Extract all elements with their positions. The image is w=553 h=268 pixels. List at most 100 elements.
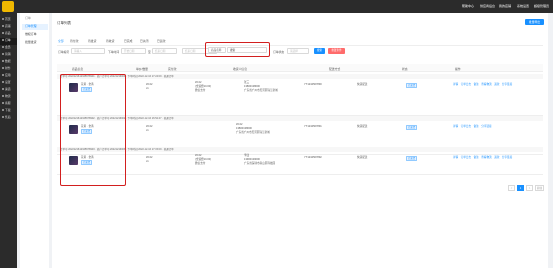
sidebar-item-shop[interactable]: 店铺 [0,24,17,31]
action-logistics[interactable]: 查看物流 [481,83,491,86]
pagination-next[interactable]: > [526,185,533,191]
app-logo[interactable] [2,1,14,12]
action-log[interactable]: 订单日志 [461,156,471,159]
sidebar-item-channels[interactable]: 渠道 [0,87,17,94]
row-actions: 详情 订单日志 备注 查看物流 退款 分享链接 [453,156,515,160]
pagination-jump[interactable]: 前往 [535,185,544,191]
date-separator: 至 [148,50,151,54]
col-paid: 实付款 [168,66,177,71]
col-product: 商品信息 [72,66,84,71]
channels-icon [2,88,4,90]
tab-pending-receipt[interactable]: 待收货 [106,39,114,43]
sidebar-item-orders[interactable]: 订单 [0,38,17,45]
action-detail[interactable]: 详情 [453,125,458,128]
action-detail[interactable]: 详情 [453,83,458,86]
reset-button[interactable]: 重置条件 [328,48,345,54]
order-status-select[interactable]: 请选择 [287,48,309,54]
members-icon [2,46,4,48]
receiver-address: 广东省广州市天河区珠江新城 [236,131,270,134]
top-bar: 帮助中心 供应商后台 我的店铺 系统设置 超级管理员 [0,0,553,13]
action-note[interactable]: 备注 [474,83,479,86]
express-number: YT1234567890 [304,83,322,86]
order-status-badge: 已发货 [406,156,418,161]
service-icon [2,102,4,104]
action-share[interactable]: 分享链接 [481,125,491,128]
search-button[interactable]: 搜索 [314,48,325,54]
sidebar-item-download[interactable]: 下载 [0,108,17,115]
sidebar-item-finance[interactable]: 财务 [0,66,17,73]
shop-icon [2,25,4,27]
receiver-address: 广东省广州市天河区珠江新城 [244,89,278,92]
topnav-supplier[interactable]: 供应商后台 [480,4,495,8]
user-menu[interactable]: 超级管理员 [534,4,549,8]
tab-pending-delivery[interactable]: 待发货 [88,39,96,43]
export-button[interactable]: 批量导出 [525,19,544,25]
sidebar-item-apps[interactable]: 应用 [0,73,17,80]
tab-pending-payment[interactable]: 待付款 [70,39,78,43]
sidebar-item-marketing[interactable]: 营销 [0,52,17,59]
topnav-shop[interactable]: 我的店铺 [499,4,511,8]
sidebar-item-members[interactable]: 会员 [0,45,17,52]
subnav-batch-delivery[interactable]: 批量发货 [22,40,48,46]
download-icon [2,109,4,111]
col-receiver: 收货人信息 [233,66,247,71]
sidebar-item-goods[interactable]: 商品 [0,31,17,38]
sidebar-item-home[interactable]: 首页 [0,17,17,24]
product-name-select[interactable]: 商品名称 [208,47,226,53]
order-no-input[interactable]: 请输入 [71,48,105,54]
highlight-product-column [60,74,126,186]
payment-method: 微信支付 [195,89,206,92]
sidebar-item-data[interactable]: 数据 [0,59,17,66]
pagination-page-1[interactable]: 1 [517,185,524,191]
action-refund[interactable]: 退款 [494,83,499,86]
data-icon [2,60,4,62]
subnav-rights-orders[interactable]: 维权订单 [22,32,48,38]
action-share[interactable]: 分享链接 [502,156,512,159]
pagination-prev[interactable]: < [508,185,515,191]
action-log[interactable]: 订单日志 [461,83,471,86]
sub-navigation: 订单 订单管理 维权订单 批量发货 [20,13,49,268]
quantity: x1 [146,129,149,132]
delivery-method: 快递配送 [357,83,368,86]
page-title: 订单列表 [57,21,71,25]
end-date-input[interactable]: 结束日期 [152,48,177,54]
tab-completed[interactable]: 已完成 [124,39,132,43]
marketing-icon [2,53,4,55]
action-note[interactable]: 备注 [474,156,479,159]
sidebar-item-aftersale[interactable]: 售后 [0,115,17,122]
sidebar-item-logistics[interactable]: 物流 [0,94,17,101]
order-status-label: 订单状态 [273,50,285,54]
sidebar-item-service[interactable]: 客服 [0,101,17,108]
table-row: 花黄 · 金黄 已发货 ¥0.02 x1 ¥0.02 (含运费¥0.00) 微信… [57,79,543,116]
payment-method: 微信支付 [195,162,206,165]
aftersale-icon [2,116,4,118]
tab-refunded[interactable]: 已退款 [157,39,165,43]
tab-all[interactable]: 全部 [58,39,64,43]
order-no-label: 订单编号 [58,50,70,54]
action-logistics[interactable]: 查看物流 [481,156,491,159]
topnav-help[interactable]: 帮助中心 [462,4,474,8]
col-delivery: 配送方式 [329,66,341,71]
order-time-label: 下单时间 [108,50,120,54]
product-name-input[interactable]: 搜索 [227,47,267,53]
action-share[interactable]: 分享链接 [502,83,512,86]
sidebar-item-settings[interactable]: 设置 [0,80,17,87]
apps-icon [2,74,4,76]
goods-icon [2,32,4,34]
row-actions: 详情 订单日志 备注 分享链接 [453,125,494,129]
start-date-input[interactable]: 开始日期 [121,48,146,54]
table-row: 花黄 · 金黄 已发货 ¥0.02 x1 ¥0.02 (含运费¥0.00) 微信… [57,152,543,175]
topnav-settings[interactable]: 系统设置 [517,4,529,8]
main-panel: 订单列表 批量导出 全部 待付款 待发货 待收货 已完成 已关闭 已退款 订单编… [52,13,548,268]
row-actions: 详情 订单日志 备注 查看物流 退款 分享链接 [453,83,515,87]
express-number: YT1234567891 [304,125,322,128]
action-log[interactable]: 订单日志 [461,125,471,128]
action-detail[interactable]: 详情 [453,156,458,159]
tab-closed[interactable]: 已关闭 [140,39,148,43]
col-price-qty: 单价/数量 [136,66,148,71]
quantity: x1 [146,160,149,163]
receiver-address: 广东省深圳市南山区科技园 [244,162,276,165]
action-refund[interactable]: 退款 [494,156,499,159]
action-note[interactable]: 备注 [474,125,479,128]
subnav-order-manage[interactable]: 订单管理 [22,24,48,30]
